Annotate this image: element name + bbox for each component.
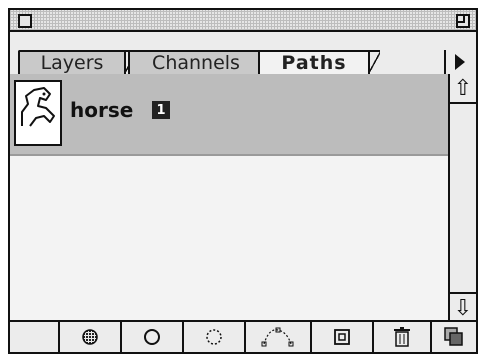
path-row-horse[interactable]: horse 1 <box>10 74 448 156</box>
paths-palette: Layers Channels Paths horse 1 ⇧ ⇩ <box>8 8 478 354</box>
tab-layers[interactable]: Layers <box>18 50 136 74</box>
scroll-down-arrow-icon[interactable]: ⇩ <box>450 292 476 322</box>
vertical-scrollbar[interactable]: ⇧ ⇩ <box>448 74 476 322</box>
palette-menu-button[interactable] <box>444 50 474 74</box>
scroll-up-arrow-icon[interactable]: ⇧ <box>450 74 476 104</box>
tab-paths-label: Paths <box>281 52 347 74</box>
toolbar-spacer <box>10 322 60 352</box>
load-selection-button[interactable] <box>184 322 246 352</box>
make-work-path-icon <box>261 327 294 347</box>
fill-path-button[interactable] <box>60 322 122 352</box>
paths-list: horse 1 <box>10 74 448 322</box>
zoom-box-icon[interactable] <box>456 14 470 28</box>
tab-channels-label: Channels <box>152 52 240 74</box>
stroke-path-icon <box>144 329 160 345</box>
menu-arrow-icon <box>455 54 465 70</box>
fill-path-icon <box>82 329 98 345</box>
tab-channels[interactable]: Channels <box>128 50 274 74</box>
path-name[interactable]: horse <box>70 98 133 122</box>
tab-paths[interactable]: Paths <box>258 50 380 74</box>
palette-title-bar[interactable] <box>10 10 476 32</box>
path-number-badge: 1 <box>152 101 170 119</box>
new-path-icon <box>334 329 350 345</box>
tab-layers-label: Layers <box>40 52 104 74</box>
resize-box-icon <box>444 327 463 346</box>
close-box-icon[interactable] <box>18 14 32 28</box>
paths-toolbar <box>10 320 476 352</box>
new-path-button[interactable] <box>312 322 374 352</box>
resize-box[interactable] <box>432 322 476 352</box>
load-path-as-selection-icon <box>206 329 222 345</box>
delete-path-icon <box>394 327 410 347</box>
palette-tab-bar: Layers Channels Paths <box>10 32 476 96</box>
make-work-path-button[interactable] <box>246 322 312 352</box>
stroke-path-button[interactable] <box>122 322 184 352</box>
horse-path-thumbnail-icon <box>14 80 62 146</box>
delete-path-button[interactable] <box>374 322 432 352</box>
